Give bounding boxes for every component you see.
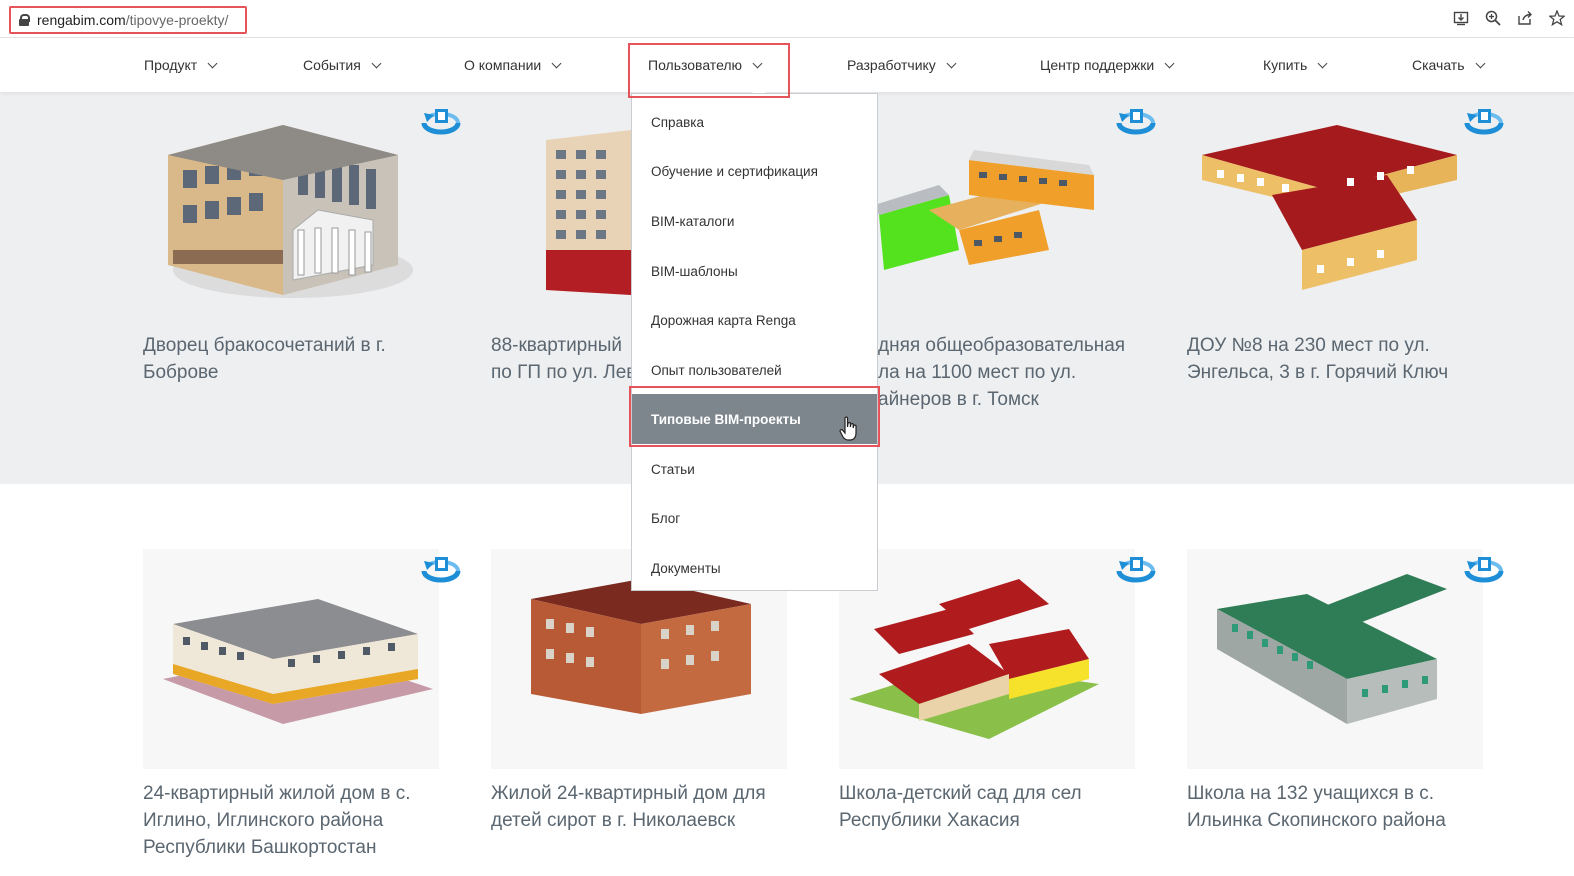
chevron-down-icon	[1475, 58, 1485, 68]
nav-item-support[interactable]: Центр поддержки	[1040, 38, 1175, 92]
zoom-icon[interactable]	[1484, 9, 1502, 27]
title-line: 24-квартирный жилой дом в с.	[143, 783, 411, 804]
project-image-iglino[interactable]	[143, 549, 439, 769]
title-line: Республики Хакасия	[839, 810, 1020, 831]
title-line: Школа-детский сад для сел	[839, 783, 1082, 804]
url-path: /tipovye-proekty/	[125, 12, 229, 28]
menu-item-articles[interactable]: Статьи	[632, 444, 877, 494]
nav-item-download[interactable]: Скачать	[1412, 38, 1485, 92]
title-line: ла на 1100 мест по ул.	[878, 362, 1077, 383]
users-dropdown-menu: Справка Обучение и сертификация BIM-ката…	[631, 93, 878, 591]
3d-rotate-icon[interactable]	[1461, 551, 1507, 591]
title-line: Республики Башкортостан	[143, 837, 377, 858]
title-line: Дворец бракосочетаний в г.	[143, 335, 386, 356]
project-title[interactable]: Школа на 132 учащихся в с. Ильинка Скопи…	[1187, 780, 1507, 834]
chevron-down-icon	[371, 58, 382, 68]
nav-label: Продукт	[144, 57, 198, 73]
bookmark-star-icon[interactable]	[1548, 9, 1566, 27]
title-line: детей сирот в г. Николаевск	[491, 810, 736, 831]
project-title[interactable]: Жилой 24-квартирный дом для детей сирот …	[491, 780, 791, 834]
title-line: ДОУ №8 на 230 мест по ул.	[1187, 335, 1430, 356]
chevron-down-icon	[551, 58, 562, 68]
title-line: Школа на 132 учащихся в с.	[1187, 783, 1435, 804]
menu-item-help[interactable]: Справка	[632, 97, 877, 147]
browser-page: rengabim.com/tipovye-proekty/ Продукт Со…	[0, 0, 1574, 876]
title-line: дняя общеобразовательная	[878, 335, 1126, 356]
url-host: rengabim.com	[37, 12, 126, 28]
title-line: Ильинка Скопинского района	[1187, 810, 1446, 831]
install-icon[interactable]	[1452, 9, 1470, 27]
nav-label: События	[303, 57, 361, 73]
title-line: Энгельса, 3 в г. Горячий Ключ	[1187, 362, 1449, 383]
nav-label: Пользователю	[648, 57, 743, 73]
url-field[interactable]: rengabim.com/tipovye-proekty/	[9, 6, 247, 34]
menu-item-bim-catalogs[interactable]: BIM-каталоги	[632, 196, 877, 246]
dropdown-caret	[752, 86, 766, 93]
nav-label: О компании	[464, 57, 542, 73]
title-line: по ГП по ул. Лев	[491, 362, 631, 383]
project-title[interactable]: Школа-детский сад для сел Республики Хак…	[839, 780, 1139, 834]
project-title[interactable]: 24-квартирный жилой дом в с. Иглино, Игл…	[143, 780, 443, 861]
menu-item-documents[interactable]: Документы	[632, 543, 877, 593]
3d-rotate-icon[interactable]	[418, 551, 464, 591]
menu-item-blog[interactable]: Блог	[632, 493, 877, 543]
nav-item-events[interactable]: События	[303, 38, 382, 92]
chevron-down-icon	[207, 58, 218, 68]
share-icon[interactable]	[1516, 9, 1534, 27]
main-nav: Продукт События О компании Пользователю …	[0, 38, 1574, 92]
project-title[interactable]: 88-квартирный по ГП по ул. Лев	[491, 332, 631, 386]
nav-item-product[interactable]: Продукт	[144, 38, 218, 92]
nav-label: Скачать	[1412, 57, 1465, 73]
chevron-down-icon	[752, 58, 763, 68]
chevron-down-icon	[946, 58, 957, 68]
3d-rotate-icon[interactable]	[1113, 103, 1159, 143]
project-title[interactable]: ДОУ №8 на 230 мест по ул. Энгельса, 3 в …	[1187, 332, 1507, 386]
title-line: айнеров в г. Томск	[878, 389, 1039, 410]
3d-rotate-icon[interactable]	[418, 103, 464, 143]
3d-rotate-icon[interactable]	[1461, 103, 1507, 143]
chevron-down-icon	[1317, 58, 1328, 68]
project-title[interactable]: дняя общеобразовательная ла на 1100 мест…	[878, 332, 1178, 413]
project-image-tomsk-school[interactable]	[839, 100, 1135, 320]
chevron-down-icon	[1164, 58, 1175, 68]
nav-item-users[interactable]: Пользователю	[648, 38, 763, 92]
menu-item-bim-templates[interactable]: BIM-шаблоны	[632, 246, 877, 296]
menu-item-training[interactable]: Обучение и сертификация	[632, 146, 877, 196]
browser-toolbar	[1452, 9, 1566, 27]
project-image-khakassia-school[interactable]	[839, 549, 1135, 769]
project-image-dou-8[interactable]	[1187, 100, 1483, 320]
title-line: Боброве	[143, 362, 219, 383]
address-bar: rengabim.com/tipovye-proekty/	[0, 0, 1574, 38]
project-title[interactable]: Дворец бракосочетаний в г. Боброве	[143, 332, 443, 386]
title-line: 88-квартирный	[491, 335, 623, 356]
nav-item-about[interactable]: О компании	[464, 38, 562, 92]
title-line: Жилой 24-квартирный дом для	[491, 783, 766, 804]
3d-rotate-icon[interactable]	[1113, 551, 1159, 591]
nav-label: Купить	[1263, 57, 1308, 73]
nav-item-developers[interactable]: Разработчику	[847, 38, 957, 92]
hand-pointer-icon	[839, 416, 861, 447]
project-image-wedding-palace[interactable]	[143, 100, 439, 320]
project-image-ilinka-school[interactable]	[1187, 549, 1483, 769]
nav-item-buy[interactable]: Купить	[1263, 38, 1328, 92]
nav-label: Центр поддержки	[1040, 57, 1155, 73]
lock-icon	[19, 14, 30, 26]
menu-item-roadmap[interactable]: Дорожная карта Renga	[632, 295, 877, 345]
menu-item-user-experience[interactable]: Опыт пользователей	[632, 345, 877, 395]
nav-label: Разработчику	[847, 57, 936, 73]
title-line: Иглино, Иглинского района	[143, 810, 384, 831]
